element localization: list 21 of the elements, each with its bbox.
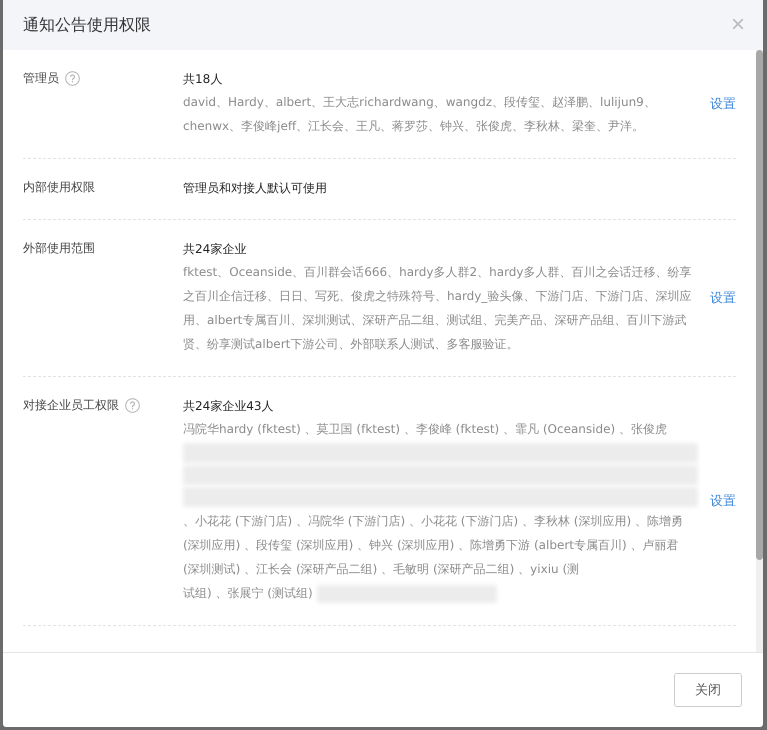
member-list: 冯院华hardy (fktest) 、莫卫国 (fktest) 、李俊峰 (fktest) 、霏凡 (Oceanside) 、张俊虎 bbox=[183, 417, 698, 441]
settings-link[interactable]: 设置 bbox=[710, 494, 736, 509]
close-dialog-button[interactable]: 关闭 bbox=[674, 673, 742, 707]
section-summary: 共24家企业 bbox=[183, 241, 248, 258]
help-icon[interactable] bbox=[65, 71, 80, 86]
settings-link[interactable]: 设置 bbox=[710, 291, 736, 306]
section-label: 外部使用范围 bbox=[23, 240, 95, 257]
dialog-title: 通知公告使用权限 bbox=[23, 14, 151, 36]
section-summary: 共24家企业43人 bbox=[183, 398, 275, 415]
section-label: 管理员 bbox=[23, 70, 59, 87]
settings-link[interactable]: 设置 bbox=[710, 97, 736, 112]
scrollbar-thumb[interactable] bbox=[756, 50, 763, 560]
member-list: david、Hardy、albert、王大志richardwang、wangdz、段传玺、赵泽鹏、lulijun9、chenwx、李俊峰jeff、江长会、王凡、蒋罗莎、钟兴、张俊虎、李秋林、梁奎、尹洋。 bbox=[183, 90, 698, 138]
section-summary: 共18人 bbox=[183, 71, 224, 88]
member-list: 试组) 、张展宁 (测试组) bbox=[183, 581, 313, 605]
member-list: 、小花花 (下游门店) 、冯院华 (下游门店) 、小花花 (下游门店) 、李秋林 (深圳应用) 、陈增勇 (深圳应用) 、段传玺 (深圳应用) 、钟兴 (深圳应用) 、陈增勇下游 (albert专属百川) 、卢丽君 (深圳测试) 、江长会 (深研产品二组) 、毛敏明 (深研产品二组) 、yixiu (测 bbox=[183, 509, 698, 581]
section-summary: 管理员和对接人默认可使用 bbox=[183, 180, 328, 197]
section-label: 对接企业员工权限 bbox=[23, 397, 119, 414]
member-list: fktest、Oceanside、百川群会话666、hardy多人群2、hardy多人群、百川之会话迁移、纷享之百川企信迁移、日日、写死、俊虎之特殊符号、hardy_验头像、下游门店、下游门店、深圳应用、albert专属百川、深圳测试、深研产品二组、测试组、完美产品、深研产品组、百川下游武贤、纷享测试albert下游公司、外部联系人测试、多客服验证。 bbox=[183, 260, 698, 356]
help-icon[interactable] bbox=[125, 398, 140, 413]
section-label: 内部使用权限 bbox=[23, 179, 95, 196]
